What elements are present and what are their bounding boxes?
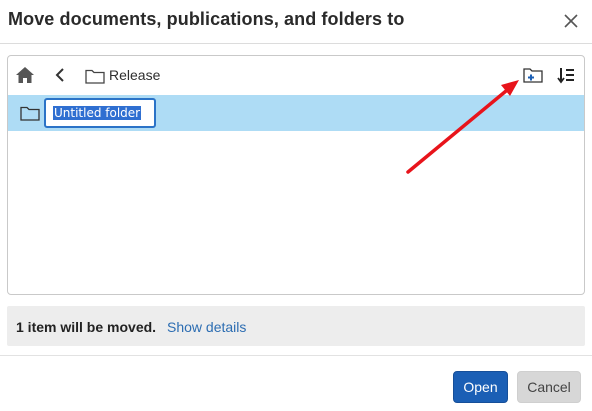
show-details-link[interactable]: Show details bbox=[167, 319, 246, 335]
folder-icon bbox=[20, 106, 40, 121]
home-icon[interactable] bbox=[15, 66, 35, 84]
folder-browser: Release Untitled folder bbox=[7, 55, 585, 295]
open-button[interactable]: Open bbox=[453, 371, 508, 403]
cancel-button[interactable]: Cancel bbox=[517, 371, 581, 403]
info-bar: 1 item will be moved. Show details bbox=[7, 306, 585, 346]
move-dialog: Move documents, publications, and folder… bbox=[0, 0, 592, 411]
footer-divider bbox=[0, 355, 592, 356]
chevron-left-icon[interactable] bbox=[54, 67, 66, 83]
close-icon[interactable] bbox=[560, 10, 582, 32]
new-folder-icon[interactable] bbox=[522, 66, 544, 84]
folder-name-value: Untitled folder bbox=[53, 106, 142, 120]
list-item[interactable]: Untitled folder bbox=[8, 95, 584, 131]
browser-toolbar: Release bbox=[8, 56, 584, 94]
breadcrumb-label[interactable]: Release bbox=[109, 67, 160, 83]
folder-name-input[interactable]: Untitled folder bbox=[44, 98, 156, 128]
header-divider bbox=[0, 43, 592, 44]
dialog-title: Move documents, publications, and folder… bbox=[8, 9, 405, 29]
breadcrumb-folder-icon bbox=[85, 69, 105, 84]
sort-icon[interactable] bbox=[557, 66, 575, 84]
moved-count-text: 1 item will be moved. bbox=[16, 319, 157, 335]
